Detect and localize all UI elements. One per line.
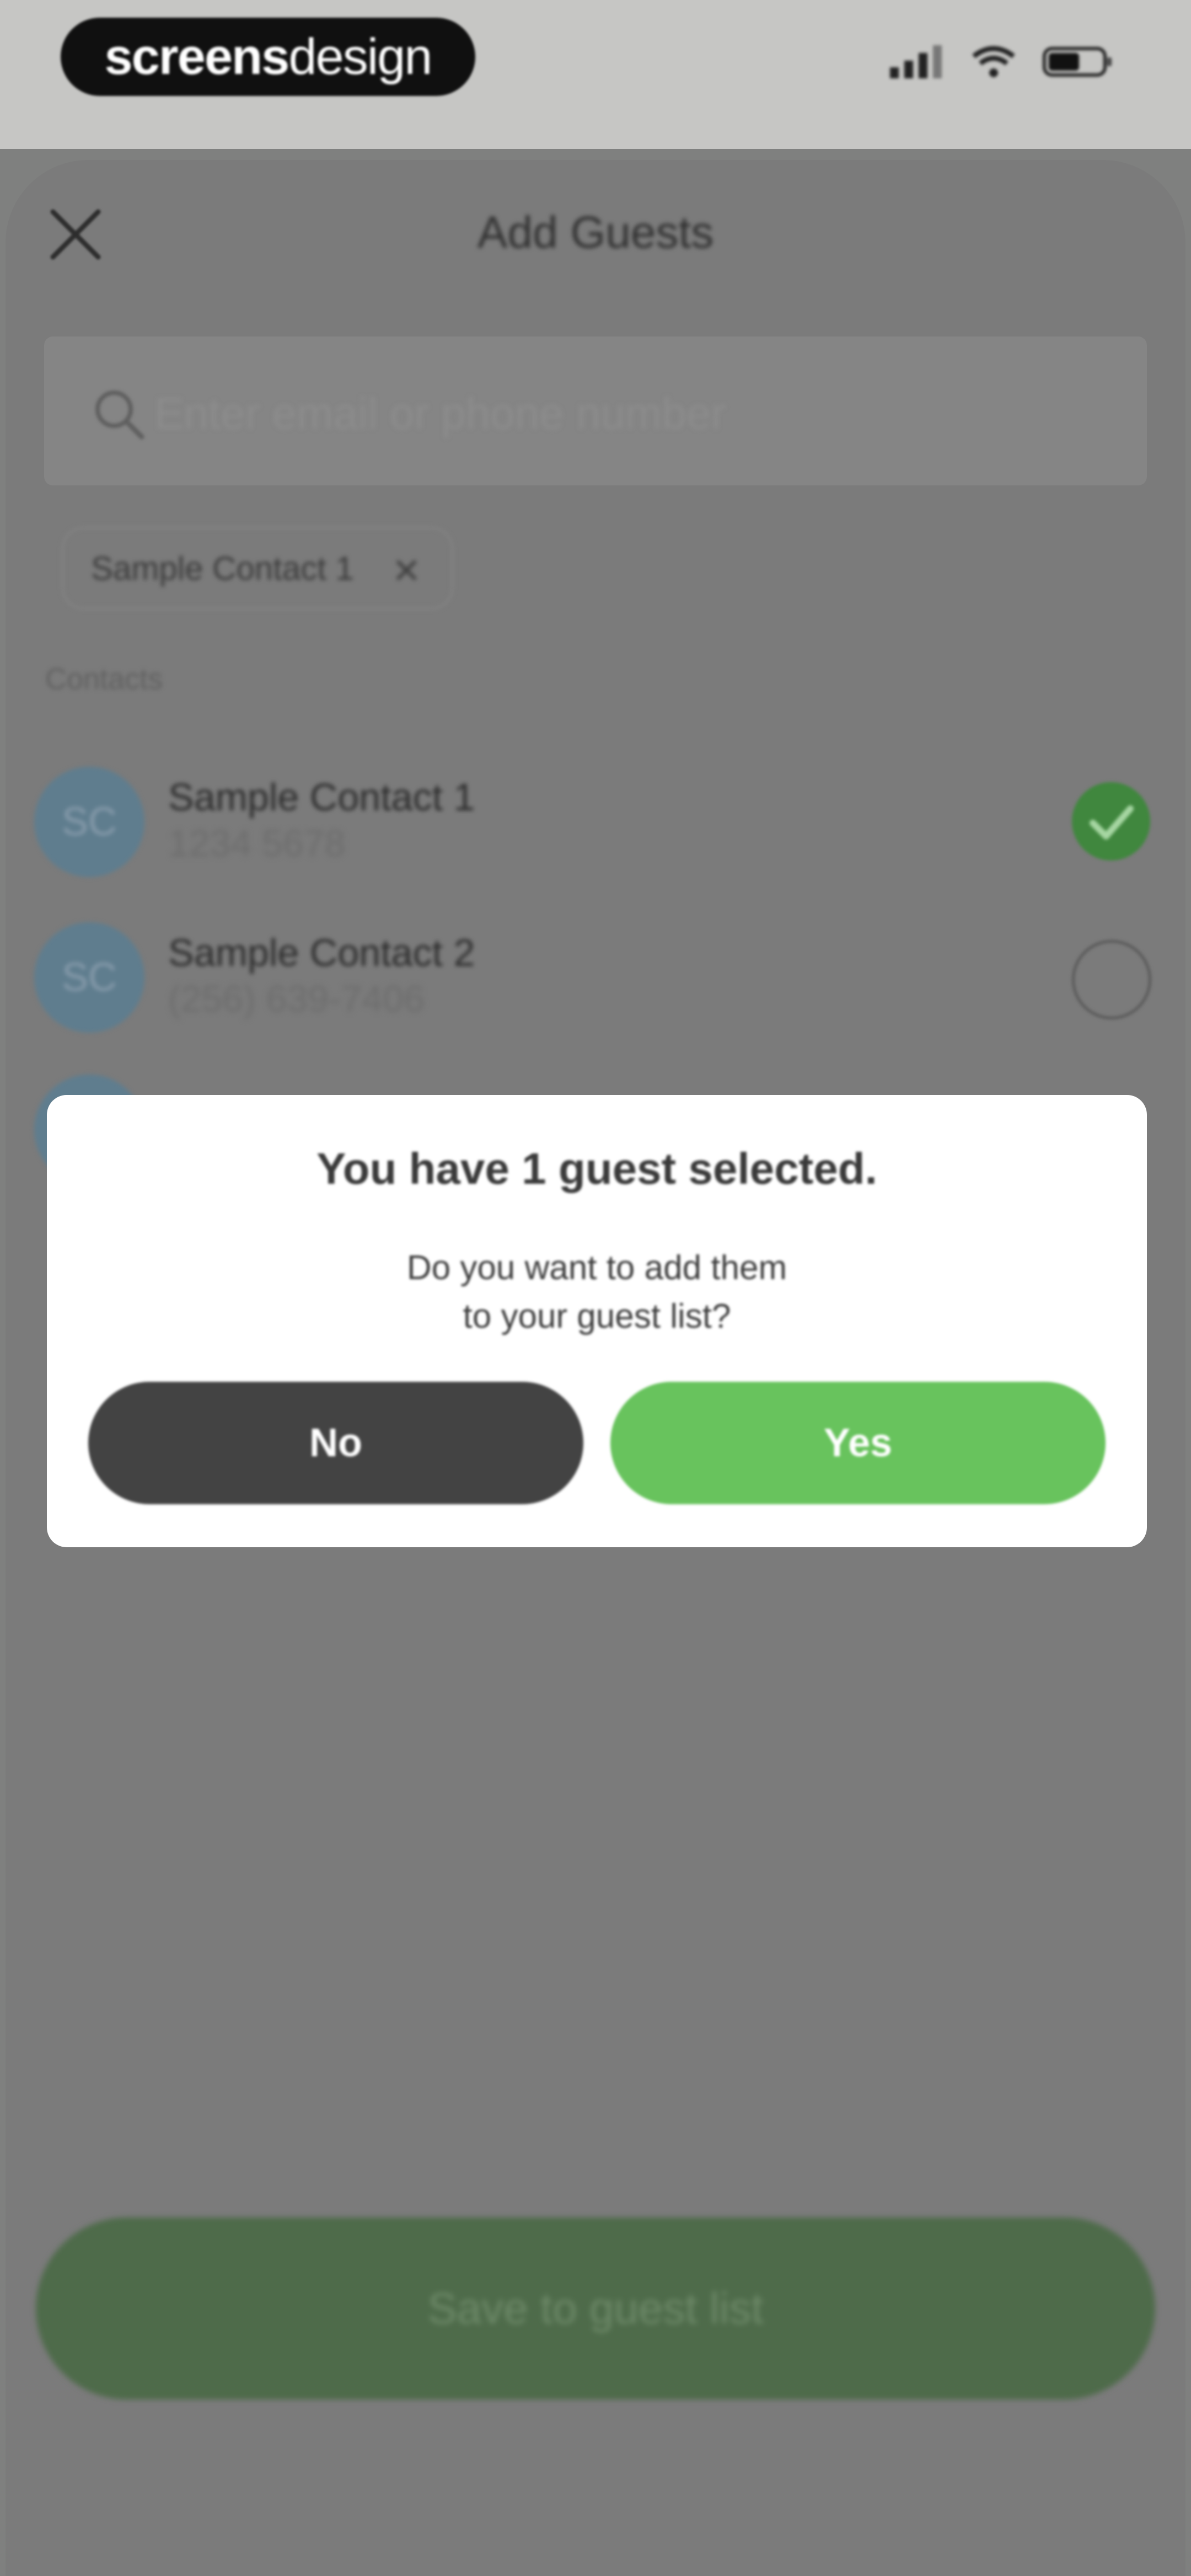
dialog-message-line-1: Do you want to add them — [406, 1249, 787, 1287]
brand-logo-bold: screens — [104, 28, 290, 85]
brand-logo-light: design — [288, 28, 432, 85]
contact-row[interactable]: SC Sample Contact 1 1234 5678 — [0, 761, 1191, 894]
contact-row[interactable]: SC Sample Contact 2 (256) 639-7406 — [0, 917, 1191, 1049]
status-bar: screens design — [0, 0, 1191, 149]
avatar: SC — [34, 922, 144, 1033]
unselected-circle-icon[interactable] — [1072, 940, 1151, 1019]
dialog-message: Do you want to add them to your guest li… — [47, 1244, 1147, 1341]
search-icon — [95, 391, 144, 440]
confirm-dialog: You have 1 guest selected. Do you want t… — [47, 1095, 1147, 1547]
battery-icon — [1043, 47, 1112, 77]
no-button[interactable]: No — [88, 1382, 583, 1504]
page-title: Add Guests — [477, 207, 714, 258]
signal-icon — [890, 45, 942, 78]
search-input[interactable] — [154, 381, 1092, 447]
contact-phone: 1234 5678 — [168, 822, 346, 864]
status-icons — [890, 45, 1114, 78]
wifi-icon — [972, 46, 1015, 77]
save-to-guest-list-button[interactable]: Save to guest list — [36, 2217, 1155, 2399]
contact-name: Sample Contact 1 — [168, 776, 475, 819]
chip-remove-icon[interactable]: ✕ — [391, 551, 421, 592]
chip-label: Sample Contact 1 — [91, 549, 354, 587]
contact-phone: (256) 639-7406 — [168, 978, 425, 1020]
avatar: SC — [34, 767, 144, 877]
contact-name: Sample Contact 2 — [168, 931, 475, 974]
brand-logo: screens design — [61, 18, 475, 96]
dialog-message-line-2: to your guest list? — [463, 1297, 731, 1335]
selected-contact-chip[interactable]: Sample Contact 1 ✕ — [62, 527, 453, 610]
yes-button[interactable]: Yes — [610, 1382, 1106, 1504]
selected-check-icon[interactable] — [1072, 782, 1150, 861]
dialog-title: You have 1 guest selected. — [316, 1144, 877, 1193]
contacts-section-label: Contacts — [45, 662, 163, 696]
